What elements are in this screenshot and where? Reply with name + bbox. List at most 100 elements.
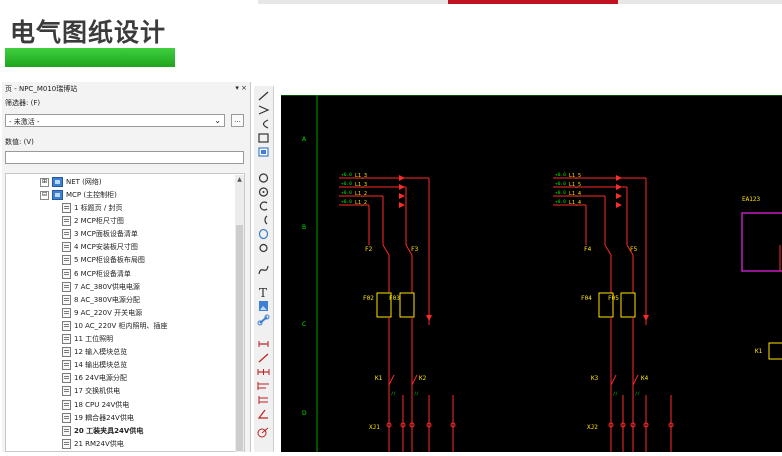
page-icon: [62, 281, 71, 292]
tree-page-item[interactable]: 8 AC_380V电源分配: [62, 294, 140, 307]
right-input-group: +0.0 L1_5 +0.0 L1_5 +0.0 L1_4 +0.0 L1_4: [553, 172, 647, 245]
filter-label: 筛选器: (F): [5, 99, 41, 107]
chevron-down-icon: ⌄: [214, 116, 221, 125]
tree-page-item[interactable]: 2 MCP柜尺寸图: [62, 215, 124, 228]
row-label-d: D: [302, 410, 307, 417]
input-label: L1_2: [355, 191, 367, 197]
arc-3p-tool-icon[interactable]: [256, 200, 271, 212]
page-icon: [62, 255, 71, 266]
tree-page-label: 3 MCP面板设备清单: [74, 230, 138, 239]
tree-page-label: 10 AC_220V 柜内照明、插座: [74, 321, 168, 330]
tree-page-item[interactable]: 17 交换机供电: [62, 385, 120, 398]
page-icon: [62, 438, 71, 449]
frame-tool-icon[interactable]: [256, 146, 271, 158]
arc-tool-icon[interactable]: [256, 118, 271, 130]
tree-node-label: MCP (主控制柜): [66, 191, 117, 199]
tree-page-item[interactable]: 12 输入模块总览: [62, 346, 127, 359]
image-tool-icon[interactable]: [256, 300, 271, 312]
contactor-label: K3: [591, 375, 599, 382]
ellipse-tool-icon[interactable]: [256, 228, 271, 240]
terminal-label: XJ1: [369, 424, 380, 431]
circle-tool-icon[interactable]: [256, 172, 271, 184]
tree-page-item[interactable]: 18 CPU 24V供电: [62, 399, 129, 412]
tree-page-label: 17 交换机供电: [74, 387, 121, 396]
baseline-dimension-icon[interactable]: [256, 380, 271, 392]
tree-page-item[interactable]: 9 AC_220V 开关电源: [62, 307, 142, 320]
input-label: L1_3: [355, 173, 367, 179]
filter-browse-button[interactable]: ...: [231, 114, 244, 127]
schematic-workspace[interactable]: A B C D +0.0 L1_3 +0.0 L1_3 +0.0 L1_2 +0…: [274, 86, 782, 452]
tree-page-item[interactable]: 19 耦合器24V供电: [62, 412, 134, 425]
tree-page-item[interactable]: 20 工装夹具24V供电: [62, 425, 143, 438]
tree-page-label: 16 24V电源分配: [74, 374, 127, 383]
polyline-tool-icon[interactable]: [256, 104, 271, 116]
tree-page-item[interactable]: 10 AC_220V 柜内照明、插座: [62, 320, 168, 333]
panel-title: 页 - NPC_M010瑞博站: [5, 85, 78, 93]
row-label-a: A: [302, 136, 307, 143]
collapse-icon[interactable]: ⊟: [40, 190, 49, 200]
tree-page-item[interactable]: 6 MCP柜设备清单: [62, 268, 131, 281]
tree-page-item[interactable]: 5 MCP柜设备板布局图: [62, 254, 145, 267]
filter-select[interactable]: - 未激活 - ⌄: [5, 114, 225, 127]
chain-dimension-icon[interactable]: [256, 366, 271, 378]
input-label: L1_2: [355, 200, 367, 206]
contactor-wires: [388, 300, 672, 452]
spline-tool-icon[interactable]: [256, 264, 271, 276]
scrollbar-thumb[interactable]: [236, 225, 243, 451]
row-label-c: C: [302, 321, 306, 328]
breaker-label: F5: [630, 246, 638, 253]
ordinate-dimension-icon[interactable]: [256, 394, 271, 406]
page-icon: [62, 268, 71, 279]
tree-page-item[interactable]: 21 RM24V供电: [62, 438, 124, 451]
line-tool-icon[interactable]: [256, 90, 271, 102]
tree-node-mcp[interactable]: ⊟ MCP (主控制柜): [40, 189, 117, 202]
fuse-label: F03: [389, 295, 400, 302]
tree-page-item[interactable]: 16 24V电源分配: [62, 372, 127, 385]
title-underline-bar: [5, 48, 175, 67]
svg-text://: //: [391, 391, 396, 396]
page-icon: [62, 347, 71, 358]
dimension-tool-icon[interactable]: [256, 338, 271, 350]
tree-page-label: 4 MCP安装板尺寸图: [74, 243, 138, 252]
data-input[interactable]: [5, 151, 244, 164]
tree-page-label: 12 输入模块总览: [74, 348, 128, 357]
tree-page-item[interactable]: 14 输出模块总览: [62, 359, 127, 372]
input-label: L1_5: [569, 182, 581, 188]
input-label: L1_3: [355, 182, 367, 188]
input-label: L1_5: [569, 173, 581, 179]
wire-annotations: // // // //: [391, 391, 640, 396]
tree-page-label: 5 MCP柜设备板布局图: [74, 256, 145, 265]
svg-text://: //: [613, 391, 618, 396]
text-tool-icon[interactable]: T: [256, 286, 271, 298]
drawing-toolbar: T: [254, 86, 274, 452]
schematic-canvas[interactable]: A B C D +0.0 L1_3 +0.0 L1_3 +0.0 L1_2 +0…: [281, 94, 782, 452]
panel-close-button[interactable]: ▾ ×: [235, 84, 247, 92]
terminal-label: XJ2: [587, 424, 598, 431]
svg-text://: //: [414, 391, 419, 396]
aligned-dimension-icon[interactable]: [256, 352, 271, 364]
arc-center-tool-icon[interactable]: [256, 214, 271, 226]
tree-page-label: 18 CPU 24V供电: [74, 400, 130, 409]
tree-page-item[interactable]: 4 MCP安装板尺寸图: [62, 241, 138, 254]
tree-page-item[interactable]: 7 AC_380V供电电源: [62, 281, 140, 294]
contactor-label: K2: [419, 375, 427, 382]
circle-center-tool-icon[interactable]: [256, 186, 271, 198]
page-icon: [62, 229, 71, 240]
scroll-up-icon[interactable]: ▲: [235, 175, 244, 184]
tree-node-label: NET (网络): [66, 178, 102, 186]
hyperlink-tool-icon[interactable]: [256, 314, 271, 326]
tree-node-net[interactable]: ⊞ NET (网络): [40, 176, 102, 189]
svg-text:+0.0: +0.0: [555, 181, 566, 187]
radius-dimension-icon[interactable]: [256, 426, 271, 438]
rectangle-tool-icon[interactable]: [256, 132, 271, 144]
page-icon: [62, 203, 71, 213]
ring-tool-icon[interactable]: [256, 242, 271, 254]
svg-text:+0.0: +0.0: [555, 172, 566, 178]
tree-page-item[interactable]: 3 MCP面板设备清单: [62, 228, 138, 241]
angle-dimension-icon[interactable]: [256, 408, 271, 420]
page-icon: [62, 425, 71, 436]
tree-page-item[interactable]: 1 标题页 / 封页: [62, 202, 123, 215]
expand-icon[interactable]: ⊞: [40, 177, 49, 187]
tree-scrollbar[interactable]: ▲: [235, 175, 244, 452]
tree-page-item[interactable]: 11 工位照明: [62, 333, 113, 346]
